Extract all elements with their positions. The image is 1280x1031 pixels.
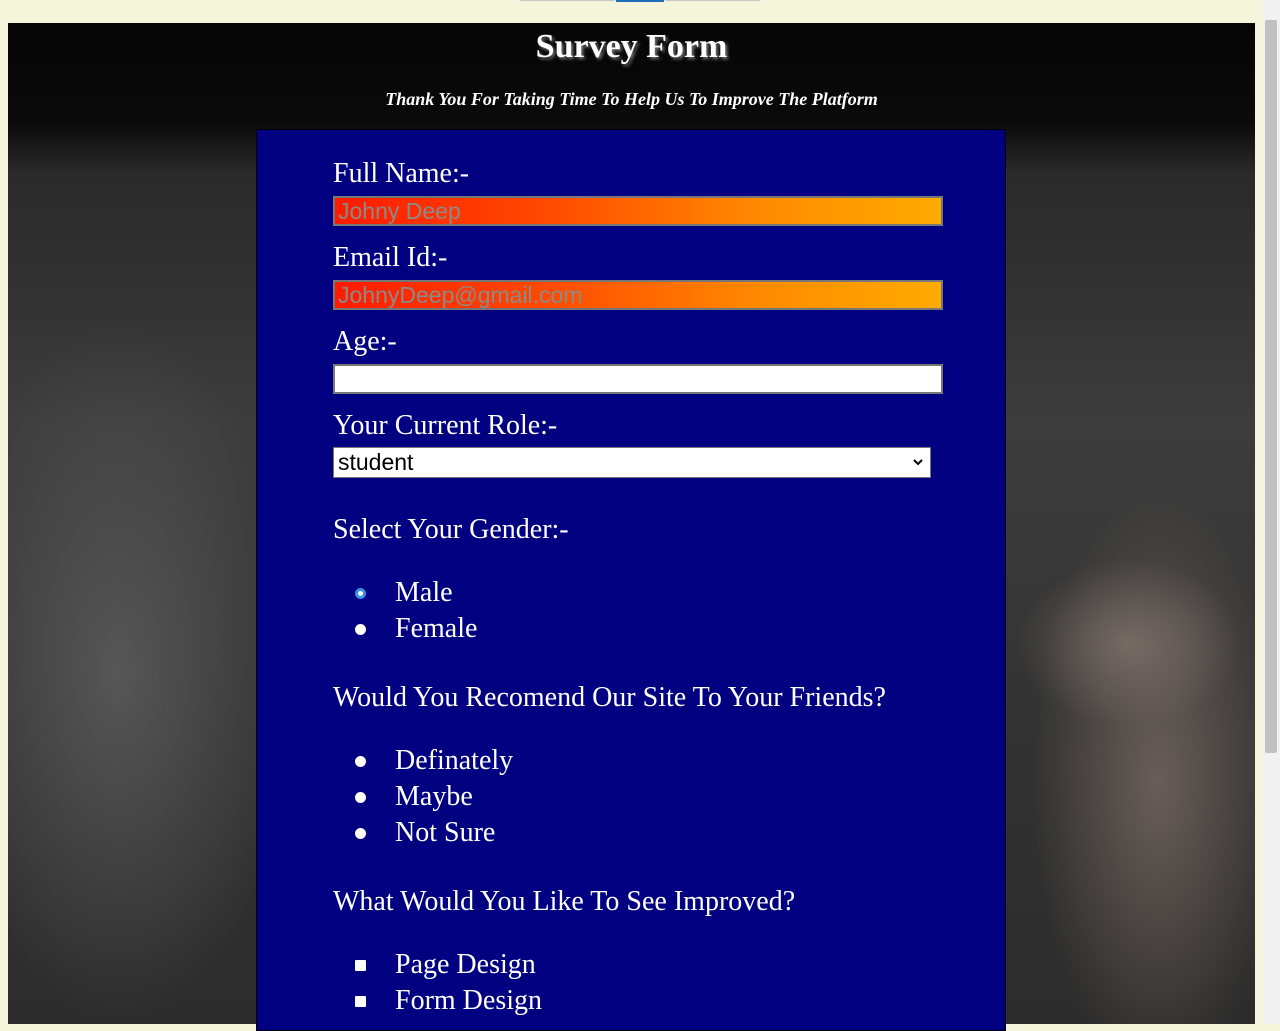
email-input[interactable] [333,280,943,310]
option-label: Maybe [395,781,473,812]
chevron-down-icon [912,448,924,487]
gender-option-male[interactable]: Male [355,577,453,608]
option-label: Form Design [395,985,542,1016]
gender-label: Select Your Gender:- [333,514,569,545]
radio-button[interactable] [355,587,366,599]
option-label: Male [395,577,453,608]
option-label: Not Sure [395,817,496,848]
full-name-label: Full Name:- [333,158,470,189]
option-label: Page Design [395,949,536,980]
recommend-option-not-sure[interactable]: Not Sure [355,817,496,848]
top-tab-active[interactable] [616,0,664,2]
improve-option-form-design[interactable]: Form Design [355,985,542,1016]
radio-button[interactable] [355,791,366,803]
checkbox[interactable] [355,959,366,971]
improve-label: What Would You Like To See Improved? [333,886,796,917]
radio-button[interactable] [355,827,366,839]
role-select[interactable]: student [333,447,931,478]
full-name-input[interactable] [333,196,943,226]
scrollbar-thumb[interactable] [1265,20,1277,753]
recommend-option-maybe[interactable]: Maybe [355,781,473,812]
checkbox[interactable] [355,995,366,1007]
top-tab[interactable] [665,0,760,1]
recommend-label: Would You Recomend Our Site To Your Frie… [333,682,886,713]
radio-button[interactable] [355,623,366,635]
gender-option-female[interactable]: Female [355,613,478,644]
survey-form: Full Name:- Email Id:- Age:- Your Curren… [256,129,1006,1031]
email-label: Email Id:- [333,242,448,273]
radio-button[interactable] [355,755,366,767]
option-label: Female [395,613,478,644]
recommend-option-definately[interactable]: Definately [355,745,514,776]
browser-top-strip [0,0,1280,23]
top-tab[interactable] [520,0,615,1]
page-title: Survey Form [535,28,728,65]
age-label: Age:- [333,326,397,357]
role-selected-value: student [338,449,414,475]
option-label: Definately [395,745,514,776]
page-subtitle: Thank You For Taking Time To Help Us To … [385,89,878,109]
age-input[interactable] [333,364,943,394]
role-label: Your Current Role:- [333,410,558,441]
improve-option-page-design[interactable]: Page Design [355,949,536,980]
